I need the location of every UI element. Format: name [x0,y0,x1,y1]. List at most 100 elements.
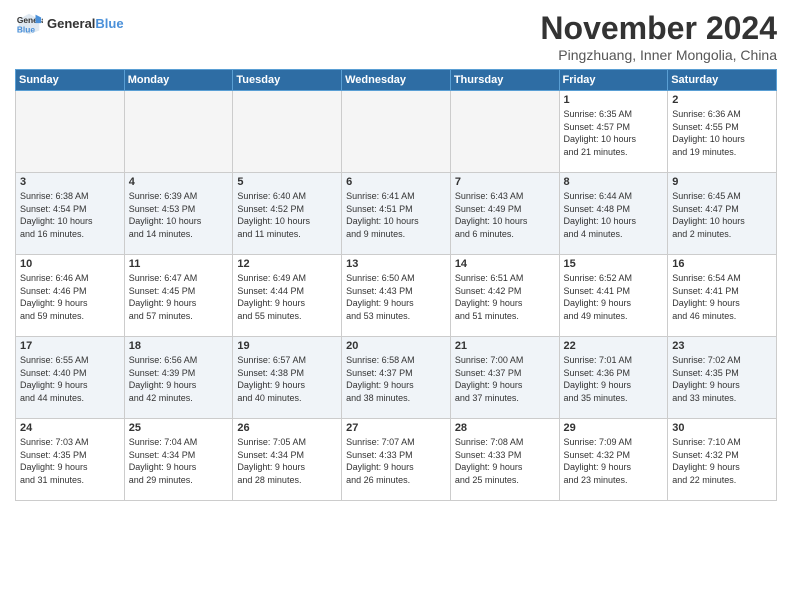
day-number: 29 [564,422,664,434]
page: General Blue GeneralBlue November 2024 P… [0,0,792,612]
calendar-cell [124,91,233,173]
day-info: Sunrise: 6:47 AM Sunset: 4:45 PM Dayligh… [129,272,229,322]
calendar-cell: 27Sunrise: 7:07 AM Sunset: 4:33 PM Dayli… [342,419,451,501]
day-info: Sunrise: 6:43 AM Sunset: 4:49 PM Dayligh… [455,190,555,240]
weekday-header: Friday [559,70,668,91]
day-number: 1 [564,94,664,106]
calendar-cell [16,91,125,173]
day-info: Sunrise: 6:49 AM Sunset: 4:44 PM Dayligh… [237,272,337,322]
logo-blue: Blue [95,16,123,31]
calendar-cell [450,91,559,173]
day-number: 17 [20,340,120,352]
day-number: 25 [129,422,229,434]
calendar-cell: 25 Sunrise: 7:04 AM Sunset: 4:34 PM Dayli… [124,419,233,501]
day-info: Sunrise: 6:45 AM Sunset: 4:47 PM Dayligh… [672,190,772,240]
calendar-cell: 2 Sunrise: 6:36 AM Sunset: 4:55 PM Daylig… [668,91,777,173]
day-number: 4 [129,176,229,188]
header: General Blue GeneralBlue November 2024 P… [15,10,777,63]
calendar-cell: 23 Sunrise: 7:02 AM Sunset: 4:35 PM Dayli… [668,337,777,419]
day-info: Sunrise: 6:40 AM Sunset: 4:52 PM Dayligh… [237,190,337,240]
calendar-week-row: 24Sunrise: 7:03 AM Sunset: 4:35 PM Dayli… [16,419,777,501]
calendar-cell: 18 Sunrise: 6:56 AM Sunset: 4:39 PM Dayli… [124,337,233,419]
day-number: 7 [455,176,555,188]
calendar-cell: 7 Sunrise: 6:43 AM Sunset: 4:49 PM Daylig… [450,173,559,255]
calendar-cell: 20 Sunrise: 6:58 AM Sunset: 4:37 PM Dayli… [342,337,451,419]
day-info: Sunrise: 7:10 AM Sunset: 4:32 PM Dayligh… [672,436,772,486]
day-number: 15 [564,258,664,270]
month-title: November 2024 [540,10,777,47]
weekday-header: Wednesday [342,70,451,91]
day-info: Sunrise: 6:55 AM Sunset: 4:40 PM Dayligh… [20,354,120,404]
calendar-cell: 24Sunrise: 7:03 AM Sunset: 4:35 PM Dayli… [16,419,125,501]
calendar-cell: 17 Sunrise: 6:55 AM Sunset: 4:40 PM Dayli… [16,337,125,419]
day-number: 9 [672,176,772,188]
calendar-cell [342,91,451,173]
day-info: Sunrise: 6:51 AM Sunset: 4:42 PM Dayligh… [455,272,555,322]
day-number: 28 [455,422,555,434]
day-number: 8 [564,176,664,188]
calendar-cell: 3 Sunrise: 6:38 AM Sunset: 4:54 PM Daylig… [16,173,125,255]
day-info: Sunrise: 6:52 AM Sunset: 4:41 PM Dayligh… [564,272,664,322]
day-info: Sunrise: 6:54 AM Sunset: 4:41 PM Dayligh… [672,272,772,322]
day-info: Sunrise: 7:07 AM Sunset: 4:33 PM Dayligh… [346,436,446,486]
day-info: Sunrise: 6:46 AM Sunset: 4:46 PM Dayligh… [20,272,120,322]
day-number: 10 [20,258,120,270]
calendar-cell: 22 Sunrise: 7:01 AM Sunset: 4:36 PM Dayli… [559,337,668,419]
calendar-cell: 10 Sunrise: 6:46 AM Sunset: 4:46 PM Dayli… [16,255,125,337]
day-number: 19 [237,340,337,352]
calendar-cell: 19 Sunrise: 6:57 AM Sunset: 4:38 PM Dayli… [233,337,342,419]
day-info: Sunrise: 7:04 AM Sunset: 4:34 PM Dayligh… [129,436,229,486]
day-number: 16 [672,258,772,270]
day-info: Sunrise: 6:39 AM Sunset: 4:53 PM Dayligh… [129,190,229,240]
day-number: 23 [672,340,772,352]
calendar-cell: 15 Sunrise: 6:52 AM Sunset: 4:41 PM Dayli… [559,255,668,337]
logo-icon: General Blue [15,10,43,38]
day-info: Sunrise: 6:56 AM Sunset: 4:39 PM Dayligh… [129,354,229,404]
calendar-cell [233,91,342,173]
day-info: Sunrise: 6:50 AM Sunset: 4:43 PM Dayligh… [346,272,446,322]
weekday-header: Sunday [16,70,125,91]
weekday-header: Tuesday [233,70,342,91]
day-info: Sunrise: 6:57 AM Sunset: 4:38 PM Dayligh… [237,354,337,404]
calendar-cell: 21Sunrise: 7:00 AM Sunset: 4:37 PM Dayli… [450,337,559,419]
day-number: 3 [20,176,120,188]
day-info: Sunrise: 6:58 AM Sunset: 4:37 PM Dayligh… [346,354,446,404]
calendar-cell: 28 Sunrise: 7:08 AM Sunset: 4:33 PM Dayli… [450,419,559,501]
svg-text:Blue: Blue [17,24,35,34]
day-number: 14 [455,258,555,270]
calendar-cell: 5Sunrise: 6:40 AM Sunset: 4:52 PM Daylig… [233,173,342,255]
day-info: Sunrise: 6:36 AM Sunset: 4:55 PM Dayligh… [672,108,772,158]
calendar-cell: 4 Sunrise: 6:39 AM Sunset: 4:53 PM Daylig… [124,173,233,255]
logo: General Blue GeneralBlue [15,10,124,38]
day-info: Sunrise: 7:05 AM Sunset: 4:34 PM Dayligh… [237,436,337,486]
calendar-cell: 29 Sunrise: 7:09 AM Sunset: 4:32 PM Dayli… [559,419,668,501]
day-number: 20 [346,340,446,352]
calendar-week-row: 10 Sunrise: 6:46 AM Sunset: 4:46 PM Dayli… [16,255,777,337]
day-number: 22 [564,340,664,352]
day-info: Sunrise: 7:03 AM Sunset: 4:35 PM Dayligh… [20,436,120,486]
calendar-week-row: 3 Sunrise: 6:38 AM Sunset: 4:54 PM Daylig… [16,173,777,255]
calendar-cell: 6Sunrise: 6:41 AM Sunset: 4:51 PM Daylig… [342,173,451,255]
calendar-cell: 9 Sunrise: 6:45 AM Sunset: 4:47 PM Daylig… [668,173,777,255]
weekday-header: Thursday [450,70,559,91]
logo-text: GeneralBlue [47,16,124,32]
day-info: Sunrise: 7:09 AM Sunset: 4:32 PM Dayligh… [564,436,664,486]
calendar-week-row: 17 Sunrise: 6:55 AM Sunset: 4:40 PM Dayli… [16,337,777,419]
day-info: Sunrise: 7:01 AM Sunset: 4:36 PM Dayligh… [564,354,664,404]
day-number: 26 [237,422,337,434]
day-number: 12 [237,258,337,270]
calendar-cell: 12 Sunrise: 6:49 AM Sunset: 4:44 PM Dayli… [233,255,342,337]
day-number: 18 [129,340,229,352]
calendar-week-row: 1Sunrise: 6:35 AM Sunset: 4:57 PM Daylig… [16,91,777,173]
day-info: Sunrise: 7:08 AM Sunset: 4:33 PM Dayligh… [455,436,555,486]
day-info: Sunrise: 7:02 AM Sunset: 4:35 PM Dayligh… [672,354,772,404]
day-info: Sunrise: 6:38 AM Sunset: 4:54 PM Dayligh… [20,190,120,240]
logo-general: General [47,16,95,31]
title-block: November 2024 Pingzhuang, Inner Mongolia… [540,10,777,63]
calendar-table: SundayMondayTuesdayWednesdayThursdayFrid… [15,69,777,501]
day-number: 21 [455,340,555,352]
day-number: 2 [672,94,772,106]
day-number: 30 [672,422,772,434]
day-number: 11 [129,258,229,270]
day-number: 13 [346,258,446,270]
